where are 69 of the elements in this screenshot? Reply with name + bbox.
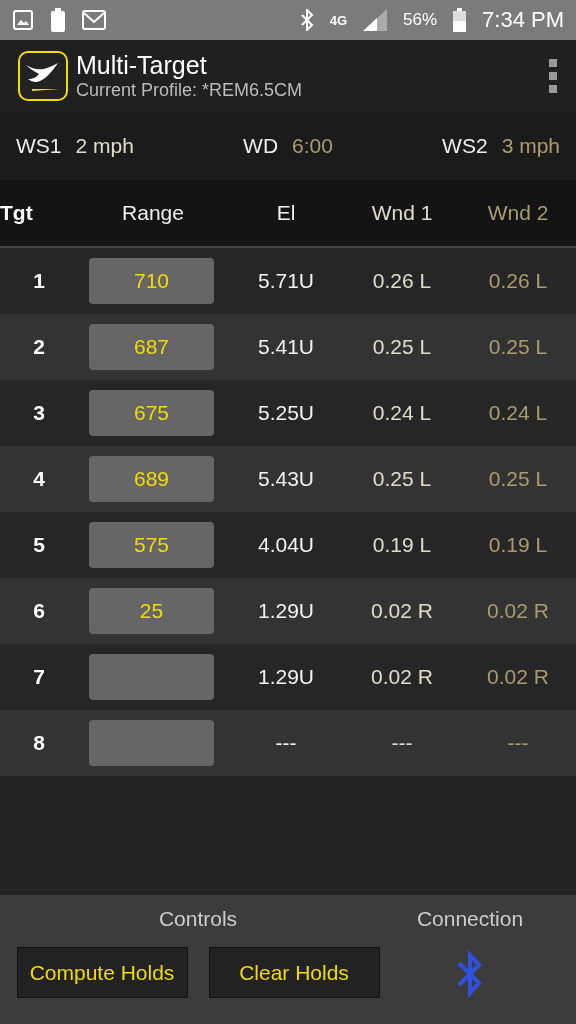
elevation-cell-text: 1.29U bbox=[256, 599, 315, 623]
wind2-header: Wnd 2 bbox=[486, 201, 550, 225]
range-field[interactable] bbox=[89, 720, 214, 766]
app-title: Multi-Target bbox=[76, 51, 208, 80]
range-field[interactable]: 25 bbox=[89, 588, 214, 634]
wind-label: WS2 bbox=[442, 134, 488, 158]
connection-heading: Connection bbox=[416, 907, 524, 932]
elevation-cell-text: 1.29U bbox=[256, 665, 315, 689]
elevation-cell-text: 5.41U bbox=[256, 335, 315, 359]
wind2-cell-text: 0.02 R bbox=[486, 599, 550, 623]
controls-heading: Controls bbox=[158, 907, 238, 932]
wind1-cell-text: 0.24 L bbox=[371, 401, 433, 425]
target-number: 3 bbox=[32, 401, 46, 425]
app-logo-icon bbox=[18, 51, 68, 101]
wind2-cell-text: 0.25 L bbox=[487, 467, 549, 491]
wind1-cell-text: 0.25 L bbox=[371, 467, 433, 491]
elevation-cell-text: --- bbox=[274, 731, 298, 755]
wind-value: 2 mph bbox=[75, 134, 134, 158]
network-type: 4G bbox=[329, 12, 348, 28]
wind-value: 6:00 bbox=[292, 134, 333, 158]
bluetooth-icon bbox=[299, 9, 314, 31]
elevation-cell-text: 5.25U bbox=[256, 401, 315, 425]
battery-icon bbox=[50, 8, 66, 32]
wind1-cell-text: 0.02 R bbox=[370, 665, 434, 689]
target-number: 2 bbox=[32, 335, 46, 359]
target-number: 6 bbox=[32, 599, 46, 623]
range-field[interactable]: 575 bbox=[89, 522, 214, 568]
wind1-cell-text: 0.19 L bbox=[371, 533, 433, 557]
battery-icon bbox=[453, 8, 467, 32]
range-field[interactable] bbox=[89, 654, 214, 700]
compute-holds-button[interactable]: Compute Holds bbox=[16, 947, 188, 998]
wind1-cell-text: 0.02 R bbox=[370, 599, 434, 623]
target-number: 8 bbox=[32, 731, 46, 755]
battery-percent: 56% bbox=[403, 10, 438, 30]
target-number: 1 bbox=[32, 269, 46, 293]
range-field[interactable]: 710 bbox=[89, 258, 214, 304]
wind2-cell-text: 0.19 L bbox=[487, 533, 549, 557]
range-field[interactable]: 689 bbox=[89, 456, 214, 502]
elevation-cell-text: 5.43U bbox=[256, 467, 315, 491]
bluetooth-icon[interactable] bbox=[456, 949, 484, 999]
wind2-cell-text: 0.25 L bbox=[487, 335, 549, 359]
wind-label: WD bbox=[243, 134, 279, 158]
wind1-header: Wnd 1 bbox=[370, 201, 434, 225]
range-header: Range bbox=[121, 201, 185, 225]
wind-label: WS1 bbox=[16, 134, 62, 158]
range-field[interactable]: 675 bbox=[89, 390, 214, 436]
tgt-header: Tgt bbox=[0, 201, 34, 225]
mail-icon bbox=[82, 10, 106, 30]
picture-icon bbox=[12, 9, 34, 31]
elevation-cell-text: 4.04U bbox=[256, 533, 315, 557]
wind2-cell-text: 0.24 L bbox=[487, 401, 549, 425]
range-field[interactable]: 687 bbox=[89, 324, 214, 370]
clear-holds-button[interactable]: Clear Holds bbox=[208, 947, 380, 998]
wind2-cell-text: 0.26 L bbox=[487, 269, 549, 293]
target-number: 7 bbox=[32, 665, 46, 689]
elevation-cell-text: 5.71U bbox=[256, 269, 315, 293]
wind2-cell-text: 0.02 R bbox=[486, 665, 550, 689]
signal-icon bbox=[363, 9, 388, 31]
wind1-cell-text: 0.25 L bbox=[371, 335, 433, 359]
target-number: 5 bbox=[32, 533, 46, 557]
wind1-cell-text: --- bbox=[390, 731, 414, 755]
menu-icon[interactable] bbox=[548, 59, 558, 93]
wind1-cell-text: 0.26 L bbox=[371, 269, 433, 293]
wind2-cell-text: --- bbox=[506, 731, 530, 755]
target-number: 4 bbox=[32, 467, 46, 491]
clock: 7:34 PM bbox=[482, 7, 564, 33]
wind-value: 3 mph bbox=[501, 134, 560, 158]
el-header: El bbox=[275, 201, 297, 225]
current-profile: Current Profile: *REM6.5CM bbox=[76, 80, 304, 101]
